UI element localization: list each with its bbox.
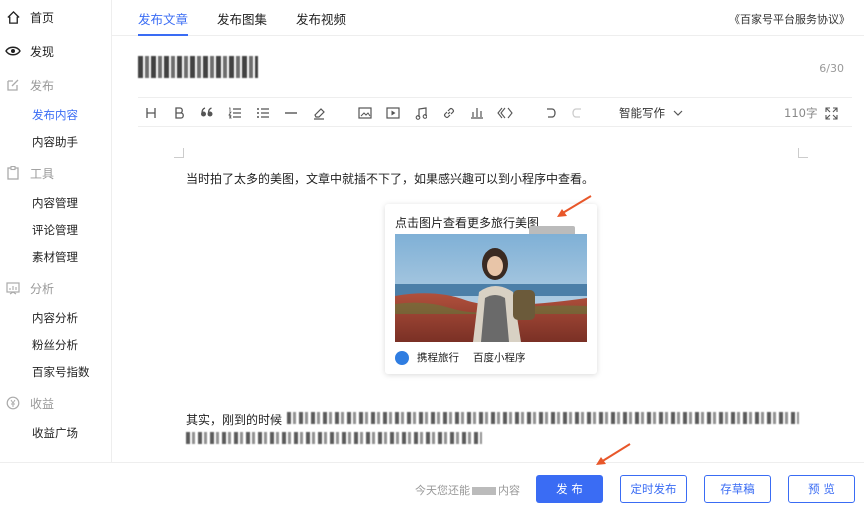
quote-icon[interactable] — [198, 104, 216, 122]
code-icon[interactable] — [496, 104, 514, 122]
annotation-arrow-publish — [596, 443, 631, 465]
image-icon[interactable] — [356, 104, 374, 122]
editor-corner-right — [798, 148, 808, 158]
sidebar-item-home[interactable]: 首页 — [0, 0, 111, 34]
sidebar-item-content-assistant[interactable]: 内容助手 — [0, 129, 111, 156]
card-footer: 携程旅行 百度小程序 — [395, 350, 526, 365]
sidebar-item-publish-content[interactable]: 发布内容 — [0, 102, 111, 129]
schedule-publish-button[interactable]: 定时发布 — [620, 475, 687, 503]
sidebar-item-discover[interactable]: 发现 — [0, 34, 111, 68]
bullet-list-icon[interactable] — [254, 104, 272, 122]
tab-video[interactable]: 发布视频 — [296, 9, 346, 28]
publish-tabs: 发布文章 发布图集 发布视频 《百家号平台服务协议》 — [112, 0, 864, 36]
sidebar-group-tools: 工具 — [0, 156, 111, 190]
sidebar-item-content-analysis[interactable]: 内容分析 — [0, 305, 111, 332]
sidebar: 首页 发现 发布 发布内容 内容助手 工具 内容管理 评论管理 素材管理 分析 … — [0, 0, 112, 506]
tab-gallery[interactable]: 发布图集 — [217, 9, 267, 28]
editor-app: 首页 发现 发布 发布内容 内容助手 工具 内容管理 评论管理 素材管理 分析 … — [0, 0, 864, 506]
sidebar-item-content-manage[interactable]: 内容管理 — [0, 190, 111, 217]
travel-photo[interactable] — [395, 234, 587, 342]
smart-writing-dropdown[interactable]: 智能写作 — [619, 105, 683, 121]
agreement-link[interactable]: 《百家号平台服务协议》 — [729, 11, 850, 27]
bottom-action-bar: 今天您还能 内容 发 布 定时发布 存草稿 预 览 — [0, 462, 864, 506]
sidebar-item-material-manage[interactable]: 素材管理 — [0, 244, 111, 271]
save-draft-button[interactable]: 存草稿 — [704, 475, 771, 503]
editor-corner-left — [174, 148, 184, 158]
home-icon — [2, 6, 24, 28]
blurred-text-line-2 — [186, 432, 482, 444]
article-paragraph-2[interactable]: 其实，刚到的时候 — [186, 411, 282, 428]
sidebar-item-comment-manage[interactable]: 评论管理 — [0, 217, 111, 244]
chart-icon — [2, 277, 24, 299]
clipboard-icon — [2, 162, 24, 184]
sidebar-group-income: 收益 — [0, 386, 111, 420]
sidebar-item-fans-analysis[interactable]: 粉丝分析 — [0, 332, 111, 359]
card-source: 携程旅行 — [417, 352, 459, 364]
sidebar-item-bjh-index[interactable]: 百家号指数 — [0, 359, 111, 386]
article-paragraph-1[interactable]: 当时拍了太多的美图，文章中就插不下了，如果感兴趣可以到小程序中查看。 — [186, 170, 594, 187]
editor-toolbar: 智能写作 110字 — [138, 97, 852, 127]
daily-quota-text: 今天您还能 内容 — [415, 484, 520, 497]
mini-program-card[interactable]: 点击图片查看更多旅行美图 携程旅行 百度小程序 — [385, 204, 597, 374]
preview-button[interactable]: 预 览 — [788, 475, 855, 503]
publish-button[interactable]: 发 布 — [536, 475, 603, 503]
ctrip-logo-icon — [395, 350, 409, 365]
card-title: 点击图片查看更多旅行美图 — [395, 216, 540, 230]
link-icon[interactable] — [440, 104, 458, 122]
sidebar-group-analytics: 分析 — [0, 271, 111, 305]
music-icon[interactable] — [412, 104, 430, 122]
card-platform: 百度小程序 — [473, 352, 526, 364]
eye-icon — [2, 40, 24, 62]
redo-icon[interactable] — [568, 104, 586, 122]
coin-icon — [2, 392, 24, 414]
sidebar-item-income-square[interactable]: 收益广场 — [0, 420, 111, 447]
undo-icon[interactable] — [542, 104, 560, 122]
fullscreen-icon[interactable] — [822, 104, 840, 122]
ordered-list-icon[interactable] — [226, 104, 244, 122]
annotation-arrow-card — [557, 195, 592, 217]
heading-icon[interactable] — [142, 104, 160, 122]
title-char-counter: 6/30 — [819, 62, 844, 75]
bold-icon[interactable] — [170, 104, 188, 122]
chevron-down-icon — [673, 110, 683, 116]
tab-article[interactable]: 发布文章 — [138, 9, 189, 36]
edit-icon — [2, 74, 24, 96]
video-icon[interactable] — [384, 104, 402, 122]
chart-bar-icon[interactable] — [468, 104, 486, 122]
sidebar-group-publish: 发布 — [0, 68, 111, 102]
horizontal-rule-icon[interactable] — [282, 104, 300, 122]
eraser-icon[interactable] — [310, 104, 328, 122]
word-count: 110字 — [784, 106, 818, 120]
blurred-text-line-1 — [287, 412, 799, 424]
article-title-input[interactable] — [138, 56, 258, 78]
